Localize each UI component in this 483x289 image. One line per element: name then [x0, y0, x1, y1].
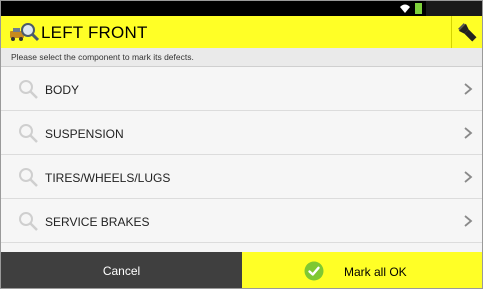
- component-row-tires-wheels-lugs[interactable]: TIRES/WHEELS/LUGS: [1, 155, 482, 199]
- status-bar: [1, 1, 482, 16]
- action-bar: Cancel Mark all OK: [1, 252, 482, 288]
- chevron-right-icon: [464, 171, 473, 183]
- flashlight-icon[interactable]: [457, 22, 479, 44]
- page-title: LEFT FRONT: [41, 23, 148, 42]
- component-row-suspension[interactable]: SUSPENSION: [1, 111, 482, 155]
- mark-all-ok-button[interactable]: Mark all OK: [242, 252, 482, 288]
- header-divider: [451, 16, 452, 48]
- component-label: SUSPENSION: [45, 127, 124, 141]
- search-icon: [19, 212, 38, 231]
- app-window: LEFT FRONT Please select the component t…: [0, 0, 483, 289]
- status-bar-area: [426, 1, 482, 16]
- mark-all-ok-label: Mark all OK: [344, 265, 407, 279]
- component-label: BODY: [45, 83, 80, 97]
- search-icon: [19, 124, 38, 143]
- wifi-icon: [400, 4, 410, 13]
- component-label: SERVICE BRAKES: [45, 215, 150, 229]
- component-row-service-brakes[interactable]: SERVICE BRAKES: [1, 199, 482, 243]
- component-list: BODY SUSPENSION TIRES/WHEELS/LUGS SERVIC…: [1, 67, 482, 252]
- component-row-body[interactable]: BODY: [1, 67, 482, 111]
- instruction-text: Please select the component to mark its …: [11, 52, 194, 62]
- search-icon: [19, 168, 38, 187]
- instruction-bar: Please select the component to mark its …: [1, 48, 482, 67]
- check-circle-icon: [304, 261, 324, 281]
- battery-icon: [415, 3, 422, 14]
- chevron-right-icon: [464, 83, 473, 95]
- search-icon: [19, 80, 38, 99]
- chevron-right-icon: [464, 127, 473, 139]
- chevron-right-icon: [464, 215, 473, 227]
- cancel-button[interactable]: Cancel: [1, 252, 242, 288]
- vehicle-search-icon: [10, 23, 39, 42]
- header-bar: LEFT FRONT: [1, 16, 482, 48]
- component-label: TIRES/WHEELS/LUGS: [45, 171, 171, 185]
